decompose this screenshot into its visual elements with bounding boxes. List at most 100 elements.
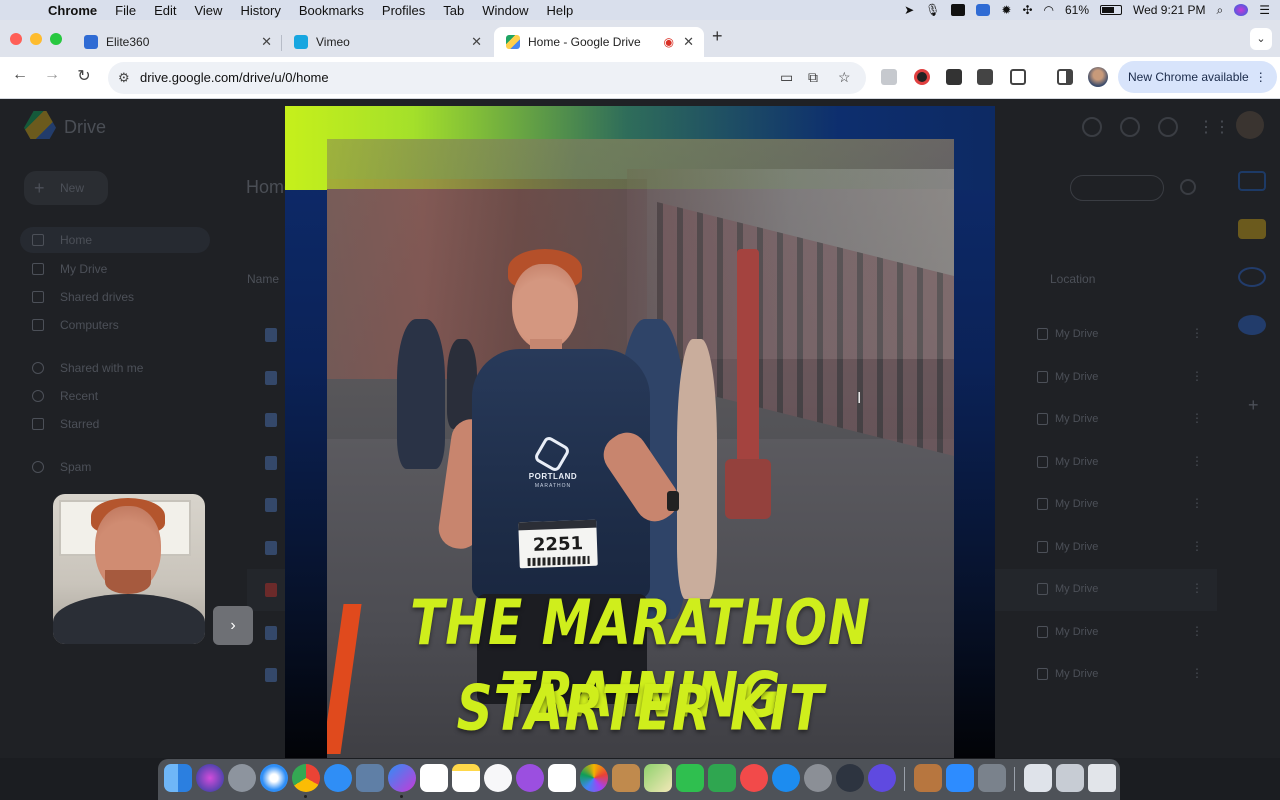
more-actions-icon[interactable]: ⋮ (1191, 539, 1203, 553)
minimize-window-button[interactable] (30, 33, 42, 45)
messages-icon[interactable] (324, 764, 352, 792)
profile-avatar[interactable] (1088, 67, 1108, 87)
menu-edit[interactable]: Edit (154, 3, 176, 18)
calendar-sidepanel-icon[interactable] (1238, 171, 1266, 191)
forward-button[interactable]: → (40, 66, 64, 84)
close-tab-icon[interactable]: ✕ (683, 34, 694, 50)
more-actions-icon[interactable]: ⋮ (1191, 369, 1203, 383)
music-icon[interactable] (484, 764, 512, 792)
finder-icon[interactable] (164, 764, 192, 792)
battery-icon[interactable] (1100, 5, 1123, 15)
chrome-menu-kebab-icon[interactable]: ⋮ (1255, 61, 1267, 93)
install-app-icon[interactable]: ⧉ (808, 69, 818, 86)
nav-my-drive[interactable]: My Drive (20, 256, 210, 282)
reminders-icon[interactable] (548, 764, 576, 792)
siri-icon[interactable] (1234, 4, 1249, 16)
calendar-icon[interactable] (420, 764, 448, 792)
window-preview-icon[interactable] (1056, 764, 1084, 792)
trash-icon[interactable] (1088, 764, 1116, 792)
system-settings-icon[interactable] (804, 764, 832, 792)
apps-grid-icon[interactable]: ⋮⋮ (1198, 117, 1230, 137)
preview-icon[interactable] (356, 764, 384, 792)
new-button[interactable]: + New (24, 171, 108, 205)
code-extension-icon[interactable] (881, 69, 897, 85)
new-chrome-available-button[interactable]: New Chrome available ⋮ (1118, 61, 1277, 93)
close-tab-icon[interactable]: ✕ (471, 34, 482, 50)
launchpad-icon[interactable] (228, 764, 256, 792)
app-store-icon[interactable] (772, 764, 800, 792)
close-tab-icon[interactable]: ✕ (261, 34, 272, 50)
more-actions-icon[interactable]: ⋮ (1191, 326, 1203, 340)
settings-gear-icon[interactable] (1158, 117, 1178, 137)
quicktime-icon[interactable] (836, 764, 864, 792)
tab-search-chevron-icon[interactable]: ⌄ (1250, 28, 1272, 50)
nav-starred[interactable]: Starred (20, 411, 210, 437)
menu-history[interactable]: History (240, 3, 280, 18)
spotlight-search-icon[interactable]: ⌕ (1217, 3, 1224, 18)
nav-shared-drives[interactable]: Shared drives (20, 284, 210, 310)
accessibility-icon[interactable]: ✣ (1022, 3, 1032, 17)
malwarebytes-icon[interactable] (976, 4, 991, 16)
brightness-icon[interactable]: ✹ (1001, 3, 1011, 17)
more-actions-icon[interactable]: ⋮ (1191, 411, 1203, 425)
more-actions-icon[interactable]: ⋮ (1191, 496, 1203, 510)
menu-app-chrome[interactable]: Chrome (48, 3, 97, 18)
more-actions-icon[interactable]: ⋮ (1191, 624, 1203, 638)
control-center-icon[interactable]: ☰ (1259, 3, 1270, 17)
contacts-sidepanel-icon[interactable] (1238, 315, 1266, 335)
extensions-puzzle-icon[interactable] (1010, 69, 1026, 85)
tasks-sidepanel-icon[interactable] (1238, 267, 1266, 287)
archive-icon[interactable] (914, 764, 942, 792)
menu-profiles[interactable]: Profiles (382, 3, 425, 18)
record-extension-icon[interactable] (914, 69, 930, 85)
nav-spam[interactable]: Spam (20, 454, 210, 480)
help-icon[interactable] (1082, 117, 1102, 137)
details-info-icon[interactable] (1180, 179, 1196, 195)
support-icon[interactable] (1120, 117, 1140, 137)
close-window-button[interactable] (10, 33, 22, 45)
photos-icon[interactable] (580, 764, 608, 792)
nav-shared-with-me[interactable]: Shared with me (20, 355, 210, 381)
account-avatar[interactable] (1236, 111, 1264, 139)
tab-elite360[interactable]: Elite360 ✕ (72, 27, 282, 57)
menu-tab[interactable]: Tab (443, 3, 464, 18)
back-button[interactable]: ← (8, 66, 32, 84)
more-actions-icon[interactable]: ⋮ (1191, 454, 1203, 468)
imovie-icon[interactable] (868, 764, 896, 792)
address-url[interactable]: drive.google.com/drive/u/0/home (140, 70, 329, 85)
podcasts-icon[interactable] (516, 764, 544, 792)
camera-in-use-icon[interactable]: ▭ (780, 69, 793, 86)
menu-help[interactable]: Help (547, 3, 574, 18)
get-addons-plus-icon[interactable]: + (1248, 395, 1259, 416)
tab-vimeo[interactable]: Vimeo ✕ (282, 27, 492, 57)
location-arrow-icon[interactable]: ➤ (904, 3, 914, 17)
nav-computers[interactable]: Computers (20, 312, 210, 338)
keep-sidepanel-icon[interactable] (1238, 219, 1266, 239)
camera-icon[interactable] (951, 4, 966, 16)
menu-window[interactable]: Window (482, 3, 528, 18)
news-icon[interactable] (740, 764, 768, 792)
screenshot-extension-icon[interactable] (977, 69, 993, 85)
zoom-icon[interactable] (946, 764, 974, 792)
menu-bar-clock[interactable]: Wed 9:21 PM (1133, 3, 1205, 17)
messenger-icon[interactable] (388, 764, 416, 792)
safari-icon[interactable] (260, 764, 288, 792)
next-chevron-button[interactable]: › (213, 606, 253, 645)
new-tab-button[interactable]: + (712, 26, 723, 47)
site-info-icon[interactable]: ⚙ (118, 70, 130, 86)
numbers-icon[interactable] (708, 764, 736, 792)
tab-google-drive[interactable]: Home - Google Drive ◉ ✕ (494, 27, 704, 57)
maps-icon[interactable] (644, 764, 672, 792)
microphone-icon[interactable]: 🎙 (925, 3, 940, 17)
wifi-icon[interactable]: ◠ (1044, 3, 1054, 17)
more-actions-icon[interactable]: ⋮ (1191, 666, 1203, 680)
view-toggle[interactable] (1070, 175, 1164, 201)
translate-extension-icon[interactable] (946, 69, 962, 85)
image-preview[interactable]: PORTLAND MARATHON 2251 THE MARATHON TRAI… (285, 106, 995, 758)
reload-button[interactable]: ↻ (72, 66, 96, 86)
menu-bookmarks[interactable]: Bookmarks (299, 3, 364, 18)
address-bar[interactable]: ⚙ drive.google.com/drive/u/0/home ▭ ⧉ ☆ (108, 62, 866, 94)
nav-home[interactable]: Home (20, 227, 210, 253)
column-header-name[interactable]: Name (247, 272, 279, 286)
side-panel-icon[interactable] (1057, 69, 1073, 85)
